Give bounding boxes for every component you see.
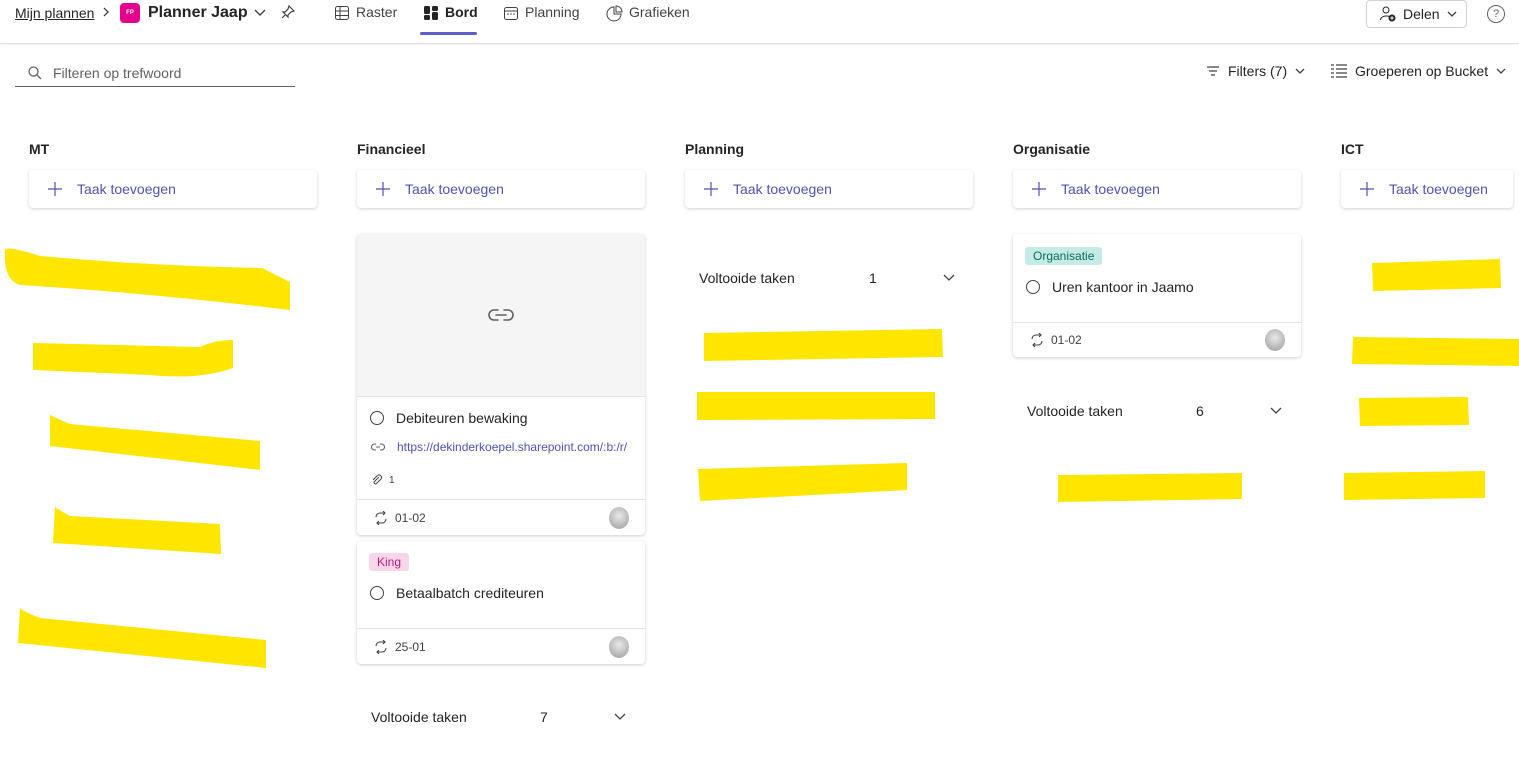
- tab-raster[interactable]: Raster: [334, 4, 397, 34]
- redaction-mark: [53, 507, 221, 554]
- add-task-button[interactable]: Taak toevoegen: [29, 170, 317, 208]
- tab-label: Planning: [525, 4, 580, 20]
- plus-icon: [704, 182, 718, 196]
- chevron-right-icon: [101, 4, 111, 23]
- bucket-title-mt[interactable]: MT: [29, 141, 49, 157]
- search-field: [15, 59, 295, 87]
- share-person-icon: [1380, 6, 1396, 22]
- active-tab-indicator: [420, 32, 477, 35]
- chevron-down-icon: [1496, 68, 1506, 74]
- add-task-button[interactable]: Taak toevoegen: [1013, 170, 1301, 208]
- redaction-mark: [1344, 471, 1485, 500]
- tab-grafieken[interactable]: Grafieken: [605, 4, 690, 34]
- plan-logo: FP: [120, 3, 140, 23]
- filters-button[interactable]: Filters (7): [1205, 63, 1306, 79]
- grid-icon: [335, 6, 349, 20]
- add-task-label: Taak toevoegen: [733, 181, 832, 197]
- redaction-mark: [50, 415, 260, 470]
- add-task-button[interactable]: Taak toevoegen: [1341, 170, 1513, 208]
- redaction-mark: [1352, 337, 1519, 366]
- redaction-mark: [1372, 259, 1501, 291]
- share-label: Delen: [1403, 6, 1440, 22]
- bucket-title-financieel[interactable]: Financieel: [357, 141, 425, 157]
- completed-label: Voltooide taken: [371, 709, 467, 725]
- chart-icon: [606, 5, 623, 22]
- calendar-icon: [504, 7, 518, 20]
- group-by-label: Groeperen op Bucket: [1355, 63, 1489, 79]
- completed-tasks-toggle[interactable]: Voltooide taken 7: [371, 708, 633, 726]
- plus-icon: [376, 182, 390, 196]
- plus-icon: [1032, 182, 1046, 196]
- tab-planning[interactable]: Planning: [503, 4, 580, 34]
- tab-label: Grafieken: [629, 4, 690, 20]
- plus-icon: [48, 182, 62, 196]
- redaction-mark: [18, 608, 266, 668]
- redaction-mark: [1058, 473, 1242, 502]
- redaction-mark: [704, 329, 943, 361]
- board-icon: [424, 6, 438, 20]
- redaction-highlights: [4, 248, 1519, 668]
- redaction-mark: [4, 248, 291, 310]
- plan-title: Planner Jaap: [148, 4, 248, 21]
- tab-label: Bord: [445, 4, 478, 20]
- plus-icon: [1360, 182, 1374, 196]
- bucket-title-planning[interactable]: Planning: [685, 141, 744, 157]
- chevron-down-icon: [614, 713, 626, 720]
- bucket-title-ict[interactable]: ICT: [1341, 141, 1364, 157]
- add-task-label: Taak toevoegen: [1061, 181, 1160, 197]
- completed-count: 7: [540, 709, 548, 725]
- pin-icon[interactable]: [280, 4, 296, 25]
- bucket-title-organisatie[interactable]: Organisatie: [1013, 141, 1090, 157]
- add-task-button[interactable]: Taak toevoegen: [357, 170, 645, 208]
- chevron-down-icon: [1447, 11, 1457, 17]
- help-icon[interactable]: ?: [1487, 5, 1505, 23]
- group-list-icon: [1331, 64, 1347, 78]
- chevron-down-icon[interactable]: [253, 5, 267, 24]
- add-task-label: Taak toevoegen: [405, 181, 504, 197]
- add-task-label: Taak toevoegen: [1389, 181, 1488, 197]
- redaction-mark: [1359, 397, 1469, 426]
- redaction-mark: [698, 463, 907, 501]
- search-input[interactable]: [51, 63, 285, 82]
- search-icon: [28, 65, 42, 79]
- share-button[interactable]: Delen: [1366, 0, 1467, 28]
- breadcrumb-my-plans[interactable]: Mijn plannen: [15, 5, 94, 21]
- redaction-mark: [697, 392, 935, 420]
- redaction-mark: [33, 340, 233, 377]
- filters-label: Filters (7): [1228, 63, 1288, 79]
- add-task-label: Taak toevoegen: [77, 181, 176, 197]
- tab-label: Raster: [356, 4, 398, 20]
- add-task-button[interactable]: Taak toevoegen: [685, 170, 973, 208]
- chevron-down-icon: [1295, 68, 1305, 74]
- group-by-button[interactable]: Groeperen op Bucket: [1330, 63, 1507, 79]
- tab-bord[interactable]: Bord: [423, 4, 478, 34]
- filter-icon: [1207, 66, 1219, 76]
